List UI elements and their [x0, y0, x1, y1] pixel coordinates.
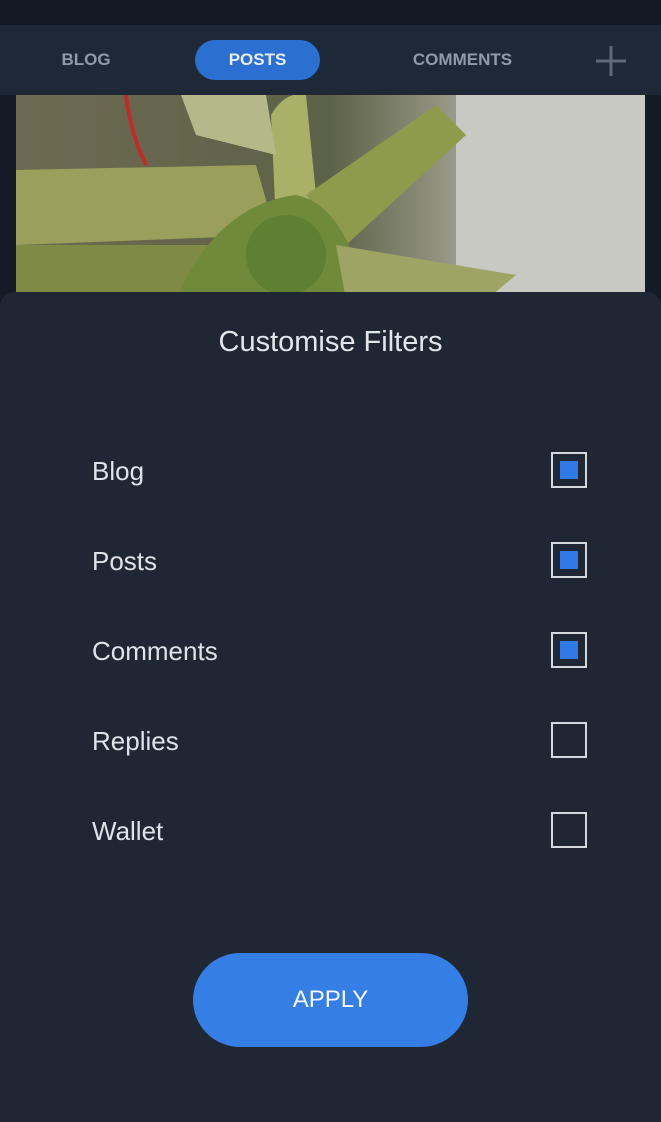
status-bar [0, 0, 661, 25]
filter-row-comments[interactable]: Comments [0, 622, 661, 682]
filter-row-wallet[interactable]: Wallet [0, 802, 661, 862]
posts-checkbox[interactable] [551, 542, 587, 578]
apply-button[interactable]: APPLY [193, 953, 468, 1047]
tab-bar: BLOG POSTS COMMENTS [0, 25, 661, 95]
add-button[interactable] [590, 40, 632, 82]
filter-label: Blog [92, 456, 145, 486]
tab-posts[interactable]: POSTS [195, 40, 320, 80]
wallet-checkbox[interactable] [551, 812, 587, 848]
filter-row-blog[interactable]: Blog [0, 442, 661, 502]
filter-row-posts[interactable]: Posts [0, 532, 661, 592]
replies-checkbox[interactable] [551, 722, 587, 758]
plant-photo [16, 95, 645, 300]
filter-row-replies[interactable]: Replies [0, 712, 661, 772]
plus-icon [596, 46, 626, 76]
blog-checkbox[interactable] [551, 452, 587, 488]
comments-checkbox[interactable] [551, 632, 587, 668]
filter-label: Posts [92, 546, 158, 576]
filter-label: Wallet [92, 816, 164, 846]
tab-blog[interactable]: BLOG [36, 40, 136, 80]
sheet-title: Customise Filters [218, 326, 443, 358]
filter-label: Comments [92, 636, 218, 666]
tab-comments[interactable]: COMMENTS [390, 40, 535, 80]
filter-label: Replies [92, 726, 179, 756]
post-image [16, 95, 645, 300]
filter-sheet: Customise Filters Blog Posts Comments Re… [0, 292, 661, 1122]
